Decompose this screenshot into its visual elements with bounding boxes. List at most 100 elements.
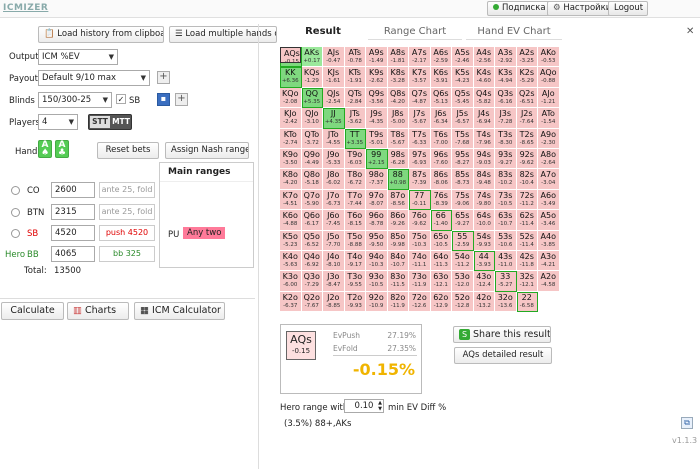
hand-cell[interactable]: KQs -1.29: [301, 67, 323, 88]
hand-cell[interactable]: K7o -4.51: [280, 189, 302, 211]
sb-radio[interactable]: [11, 229, 20, 238]
hand-cell[interactable]: A8s -1.81: [387, 47, 409, 68]
sb-action[interactable]: push 4520: [99, 225, 155, 241]
hand-cell[interactable]: 62s -11.4: [516, 210, 538, 231]
hand-cell[interactable]: 85s -8.73: [452, 169, 474, 190]
hand-cell[interactable]: QTs -2.84: [344, 87, 366, 109]
hand-cell[interactable]: 62o -12.9: [430, 291, 452, 313]
hand-cell[interactable]: 96s -7.60: [430, 148, 452, 170]
hand-cell[interactable]: Q7o -5.90: [301, 189, 323, 211]
hand-cell[interactable]: A7s -2.17: [409, 47, 431, 68]
hand-cell[interactable]: 73s -10.5: [495, 189, 517, 211]
bb-stack-input[interactable]: 4065: [51, 246, 95, 262]
add-payout-icon[interactable]: +: [157, 71, 170, 84]
load-history-button[interactable]: 📋 Load history from clipboard: [38, 26, 164, 43]
toggle-stt[interactable]: STT: [90, 116, 110, 128]
hand-cell[interactable]: T2o -9.93: [344, 291, 366, 313]
co-action[interactable]: ante 25, fold: [99, 182, 155, 198]
tab-result[interactable]: Result: [290, 24, 356, 40]
subscribe-button[interactable]: Подписка: [487, 1, 552, 16]
hand-cell[interactable]: J3o -8.47: [323, 271, 345, 292]
hand-cell[interactable]: J4s -6.94: [473, 108, 495, 129]
hand-cell[interactable]: 66 -1.40: [430, 210, 452, 231]
payout-select[interactable]: Default 9/10 max ▼: [38, 70, 150, 86]
hand-cell[interactable]: AKo -0.53: [538, 47, 560, 68]
charts-button[interactable]: ▥ Charts: [67, 302, 129, 320]
hand-cell[interactable]: JJ +4.35: [323, 108, 345, 129]
hand-cell[interactable]: Q9o -4.49: [301, 148, 323, 170]
hand-cell[interactable]: Q6o -6.17: [301, 210, 323, 231]
hand-cell[interactable]: K7s -3.57: [409, 67, 431, 88]
save-icon[interactable]: ▪: [157, 93, 170, 106]
hand-cell[interactable]: J2s -7.64: [516, 108, 538, 129]
hand-cell[interactable]: TT +3.35: [344, 128, 366, 149]
hand-cell[interactable]: 77 -0.11: [409, 189, 431, 211]
hand-cell[interactable]: 33 -5.27: [495, 271, 517, 292]
hand-cell[interactable]: J8o -6.02: [323, 169, 345, 190]
hand-cell[interactable]: KJo -2.42: [280, 108, 302, 129]
hand-cell[interactable]: Q8s -4.20: [387, 87, 409, 109]
hand-cell[interactable]: KQo -2.08: [280, 87, 302, 109]
hand-cell[interactable]: 94o -10.3: [366, 250, 388, 272]
hand-cell[interactable]: K2s -5.29: [516, 67, 538, 88]
output-select[interactable]: ICM %EV ▼: [38, 49, 118, 65]
app-logo[interactable]: ICMIZER: [3, 3, 48, 13]
hand-cell[interactable]: 97o -8.07: [366, 189, 388, 211]
hand-cell[interactable]: J7o -6.73: [323, 189, 345, 211]
btn-stack-input[interactable]: 2315: [51, 204, 95, 220]
hand-card-1[interactable]: A ♠: [38, 140, 52, 158]
hand-cell[interactable]: 72o -12.6: [409, 291, 431, 313]
hand-cell[interactable]: T6s -7.00: [430, 128, 452, 149]
hand-cell[interactable]: KJs -1.61: [323, 67, 345, 88]
hand-cell[interactable]: T9o -6.03: [344, 148, 366, 170]
hand-cell[interactable]: AKs +0.17: [301, 47, 323, 68]
icm-calculator-button[interactable]: ▦ ICM Calculator: [134, 302, 225, 320]
hand-cell[interactable]: K6o -4.88: [280, 210, 302, 231]
hand-cell[interactable]: A5o -3.46: [538, 210, 560, 231]
hand-cell[interactable]: T6o -8.15: [344, 210, 366, 231]
hand-cell[interactable]: K6s -3.91: [430, 67, 452, 88]
hand-cell[interactable]: 75o -10.3: [409, 230, 431, 251]
tab-range-chart[interactable]: Range Chart: [368, 24, 462, 40]
hand-cell[interactable]: 86s -8.06: [430, 169, 452, 190]
hand-cell[interactable]: 93s -9.27: [495, 148, 517, 170]
hand-cell[interactable]: K4o -5.63: [280, 250, 302, 272]
hand-cell[interactable]: 52o -12.8: [452, 291, 474, 313]
hand-cell[interactable]: T8s -5.67: [387, 128, 409, 149]
hand-cell[interactable]: T2s -8.65: [516, 128, 538, 149]
hand-cell[interactable]: 53s -10.6: [495, 230, 517, 251]
hand-cell[interactable]: 86o -9.26: [387, 210, 409, 231]
hand-cell[interactable]: Q7s -4.87: [409, 87, 431, 109]
share-result-button[interactable]: S Share this result: [453, 326, 551, 343]
hand-cell[interactable]: 76o -9.62: [409, 210, 431, 231]
hand-cell[interactable]: 82o -11.9: [387, 291, 409, 313]
hand-cell[interactable]: J9o -5.33: [323, 148, 345, 170]
hand-cell[interactable]: 63s -10.7: [495, 210, 517, 231]
pu-range-badge[interactable]: Any two: [183, 227, 226, 239]
hand-cell[interactable]: QJo -3.10: [301, 108, 323, 129]
hand-cell[interactable]: T5o -8.88: [344, 230, 366, 251]
bb-action[interactable]: bb 325: [99, 246, 155, 262]
hand-cell[interactable]: A3s -2.92: [495, 47, 517, 68]
hand-cell[interactable]: K3o -6.00: [280, 271, 302, 292]
hand-cell[interactable]: 72s -11.2: [516, 189, 538, 211]
hand-cell[interactable]: J6s -6.34: [430, 108, 452, 129]
hand-cell[interactable]: 64o -11.3: [430, 250, 452, 272]
toggle-mtt[interactable]: MTT: [111, 116, 131, 128]
hand-cell[interactable]: Q2o -7.67: [301, 291, 323, 313]
hand-cell[interactable]: T3o -9.55: [344, 271, 366, 292]
hand-cell[interactable]: ATs -0.78: [344, 47, 366, 68]
hand-cell[interactable]: ATo -1.54: [538, 108, 560, 129]
hand-cell[interactable]: AQs -0.15: [280, 47, 301, 63]
hand-cell[interactable]: A6s -2.59: [430, 47, 452, 68]
hand-cell[interactable]: A7o -3.04: [538, 169, 560, 190]
hand-cell[interactable]: T7s -6.33: [409, 128, 431, 149]
hand-cell[interactable]: K5o -5.23: [280, 230, 302, 251]
hand-cell[interactable]: T8o -6.72: [344, 169, 366, 190]
hand-cell[interactable]: 82s -10.4: [516, 169, 538, 190]
hand-cell[interactable]: 88 +0.98: [387, 169, 409, 190]
hand-cell[interactable]: 83o -11.5: [387, 271, 409, 292]
hand-cell[interactable]: JTo -4.55: [323, 128, 345, 149]
hand-cell[interactable]: 75s -9.06: [452, 189, 474, 211]
hand-cell[interactable]: QJs -2.54: [323, 87, 345, 109]
